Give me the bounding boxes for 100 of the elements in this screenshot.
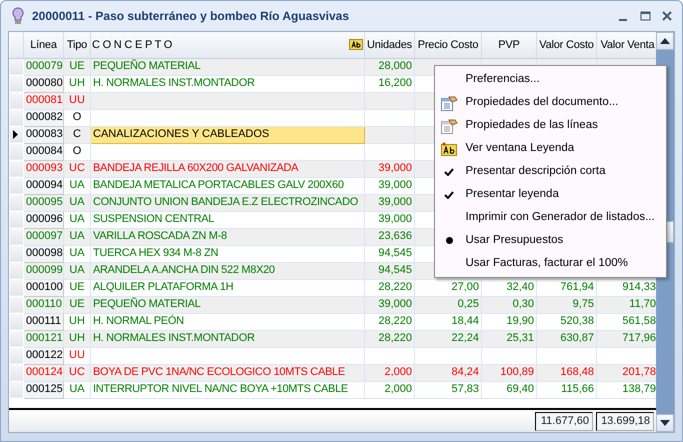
number-cell: 761,94 (536, 279, 596, 296)
number-cell: 39,000 (364, 177, 414, 194)
number-cell: 2,000 (364, 381, 414, 398)
line-cell: 000083 (24, 126, 64, 143)
menu-item[interactable]: Ver ventana Leyenda (435, 137, 666, 160)
type-cell: UE (64, 296, 90, 313)
number-cell: 32,40 (482, 279, 536, 296)
number-cell: 28,220 (364, 313, 414, 330)
line-cell: 000082 (24, 109, 64, 126)
menu-item[interactable]: Propiedades de las líneas (435, 114, 666, 137)
type-cell: UA (64, 228, 90, 245)
number-cell: 23,636 (364, 228, 414, 245)
concept-cell: BANDEJA METALICA PORTACABLES GALV 200X60 (90, 177, 364, 194)
line-cell: 000094 (24, 177, 64, 194)
line-cell: 000125 (24, 381, 64, 398)
menu-item[interactable]: Usar Facturas, facturar el 100% (435, 252, 666, 275)
number-cell: 2,000 (364, 364, 414, 381)
down-arrow-icon (660, 420, 670, 426)
line-cell: 000122 (24, 347, 64, 364)
line-cell: 000096 (24, 211, 64, 228)
type-cell: UH (64, 313, 90, 330)
line-cell: 000081 (24, 92, 64, 109)
line-properties-icon (440, 118, 458, 134)
maximize-icon (640, 11, 650, 21)
number-cell: 84,24 (414, 364, 482, 381)
number-cell: 69,40 (482, 381, 536, 398)
number-cell: 19,90 (482, 313, 536, 330)
column-header[interactable]: Valor Costo (536, 32, 596, 58)
column-header[interactable]: Tipo (64, 32, 90, 58)
column-header[interactable]: Línea (24, 32, 64, 58)
number-cell: 520,38 (536, 313, 596, 330)
scroll-down-button[interactable] (656, 414, 674, 432)
total-field: 13.699,18 (596, 412, 654, 430)
menu-item[interactable]: Imprimir con Generador de listados... (435, 206, 666, 229)
type-cell: O (64, 109, 90, 126)
column-header[interactable]: Unidades (364, 32, 414, 58)
number-cell: 28,220 (364, 330, 414, 347)
concept-cell: PEQUEÑO MATERIAL (90, 58, 364, 75)
type-cell: UH (64, 330, 90, 347)
legend-icon (441, 142, 457, 156)
type-cell: O (64, 143, 90, 160)
number-cell: 28,000 (364, 58, 414, 75)
type-cell: UA (64, 194, 90, 211)
type-cell: UU (64, 347, 90, 364)
line-cell: 000084 (24, 143, 64, 160)
menu-item[interactable]: Presentar leyenda (435, 183, 666, 206)
type-cell: UE (64, 279, 90, 296)
concept-cell: CONJUNTO UNION BANDEJA E.Z ELECTROZINCADO (90, 194, 364, 211)
concept-cell: H. NORMALES INST.MONTADOR (90, 330, 364, 347)
line-cell: 000093 (24, 160, 64, 177)
concept-cell: VARILLA ROSCADA ZN M-8 (90, 228, 364, 245)
concept-cell: BANDEJA REJILLA 60X200 GALVANIZADA (90, 160, 364, 177)
concept-cell: INTERRUPTOR NIVEL NA/NC BOYA +10MTS CABLE (90, 381, 364, 398)
menu-item[interactable]: Usar Presupuestos (435, 229, 666, 252)
menu-item[interactable]: Presentar descripción corta (435, 160, 666, 183)
type-cell: UC (64, 364, 90, 381)
column-header[interactable]: Valor Venta (596, 32, 658, 58)
line-cell: 000111 (24, 313, 64, 330)
concept-cell: BOYA DE PVC 1NA/NC ECOLOGICO 10MTS CABLE (90, 364, 364, 381)
number-cell: 39,000 (364, 194, 414, 211)
concept-cell: SUSPENSION CENTRAL (90, 211, 364, 228)
concept-cell: H. NORMAL PEÓN (90, 313, 364, 330)
line-cell: 000080 (24, 75, 64, 92)
app-icon (10, 7, 26, 25)
number-cell: 57,83 (414, 381, 482, 398)
column-header[interactable]: PVP (482, 32, 536, 58)
legend-icon (349, 39, 363, 50)
concept-cell: ALQUILER PLATAFORMA 1H (90, 279, 364, 296)
number-cell: 39,000 (364, 160, 414, 177)
number-cell: 94,545 (364, 262, 414, 279)
document-properties-icon (440, 94, 458, 110)
number-cell: 717,96 (596, 330, 658, 347)
number-cell: 94,545 (364, 245, 414, 262)
concept-cell: CANALIZACIONES Y CABLEADOS (90, 126, 364, 143)
type-cell: UE (64, 58, 90, 75)
concept-cell: ARANDELA A.ANCHA DIN 522 M8X20 (90, 262, 364, 279)
line-cell: 000098 (24, 245, 64, 262)
total-field: 11.677,60 (535, 412, 593, 430)
number-cell: 168,48 (536, 364, 596, 381)
column-header[interactable]: Precio Costo (414, 32, 482, 58)
type-cell: UC (64, 160, 90, 177)
number-cell: 630,87 (536, 330, 596, 347)
type-cell: UA (64, 381, 90, 398)
column-header[interactable]: C O N C E P T O (92, 36, 172, 53)
number-cell: 28,220 (364, 279, 414, 296)
line-cell: 000079 (24, 58, 64, 75)
line-cell: 000095 (24, 194, 64, 211)
number-cell: 22,24 (414, 330, 482, 347)
menu-item[interactable]: Propiedades del documento... (435, 91, 666, 114)
line-cell: 000100 (24, 279, 64, 296)
line-cell: 000099 (24, 262, 64, 279)
line-cell: 000124 (24, 364, 64, 381)
number-cell: 39,000 (364, 296, 414, 313)
number-cell: 25,31 (482, 330, 536, 347)
line-cell: 000097 (24, 228, 64, 245)
number-cell: 9,75 (536, 296, 596, 313)
scroll-up-button[interactable] (656, 32, 674, 50)
close-icon (662, 11, 672, 21)
number-cell: 16,200 (364, 75, 414, 92)
menu-item[interactable]: Preferencias... (435, 68, 666, 91)
